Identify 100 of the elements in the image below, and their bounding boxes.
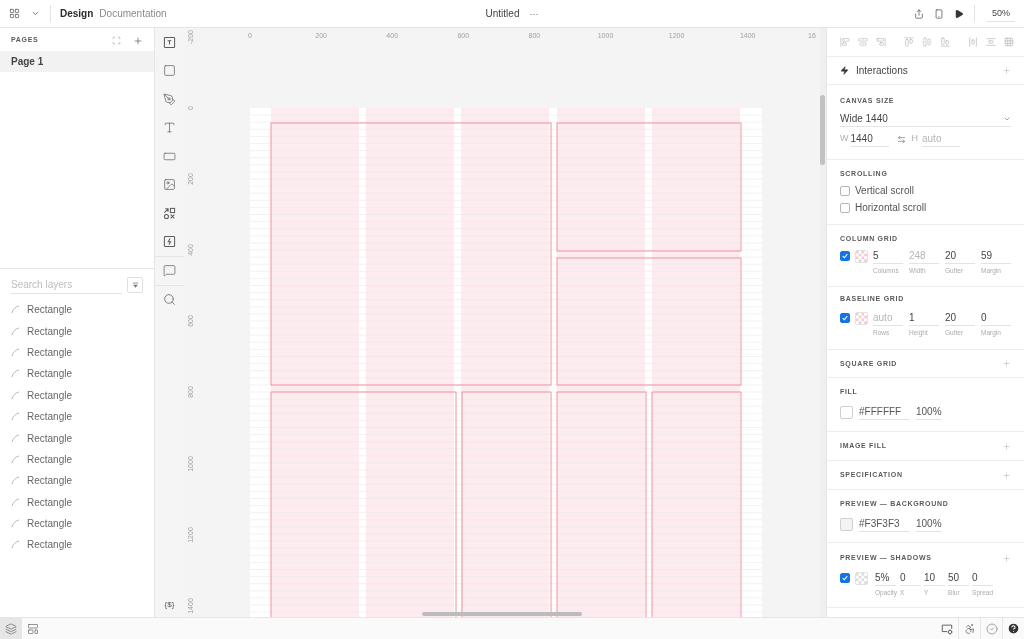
template-icon [27, 622, 39, 635]
curve-icon [11, 390, 20, 400]
checkbox[interactable] [840, 573, 850, 583]
width-field[interactable]: 1440 [850, 131, 889, 147]
number-field[interactable]: 20 [945, 310, 975, 326]
number-field[interactable]: 10 [924, 570, 946, 586]
layer-item[interactable]: Rectangle [0, 405, 154, 428]
add-icon[interactable] [133, 35, 143, 46]
number-field[interactable]: 5 [873, 248, 903, 264]
field-prefix: H [911, 132, 918, 146]
caret-icon[interactable] [31, 9, 40, 18]
number-field[interactable]: 248 [909, 248, 939, 264]
preset-dropdown[interactable]: Wide 1440 [840, 111, 1011, 127]
hex-field[interactable]: #F3F3F3 [859, 516, 910, 532]
rectangle-tool-icon[interactable] [163, 64, 176, 78]
curve-icon [11, 519, 20, 529]
rectangle-shape[interactable] [556, 122, 742, 252]
distribute-horizontal-icon[interactable] [968, 37, 978, 47]
number-field[interactable]: 0 [981, 310, 1011, 326]
checkbox[interactable] [840, 313, 850, 323]
rectangle-shape[interactable] [270, 122, 552, 386]
page-item[interactable]: Page 1 [0, 51, 154, 72]
layer-item[interactable]: Rectangle [0, 320, 154, 342]
scrollbar-thumb[interactable] [422, 612, 582, 616]
swatch-icon[interactable] [855, 571, 868, 585]
layer-item[interactable]: Rectangle [0, 470, 154, 492]
shapes-tool-icon[interactable] [163, 206, 176, 220]
help-icon[interactable] [1007, 622, 1020, 635]
add-icon[interactable] [1002, 66, 1011, 75]
variables-button[interactable]: {$} [164, 600, 175, 610]
scrollbar-thumb[interactable] [820, 95, 825, 165]
number-field[interactable]: 0 [900, 570, 922, 586]
add-icon[interactable] [1002, 441, 1011, 451]
comment-tool-icon[interactable] [163, 264, 176, 278]
opacity-field[interactable]: 100% [916, 516, 942, 532]
mode-tab[interactable]: Documentation [99, 7, 167, 20]
corner-brackets-icon[interactable] [112, 36, 121, 45]
search-field[interactable]: Search layers [11, 276, 122, 294]
swatch-icon[interactable] [855, 249, 868, 263]
layer-item[interactable]: Rectangle [0, 448, 154, 471]
monitor-gear-icon[interactable] [941, 622, 953, 635]
add-icon[interactable] [1002, 359, 1011, 368]
align-right-icon[interactable] [876, 37, 886, 47]
align-top-icon[interactable] [904, 37, 914, 47]
layer-item[interactable]: Rectangle [0, 341, 154, 364]
rectangle-shape[interactable] [556, 257, 742, 386]
height-field[interactable]: auto [922, 131, 960, 147]
add-icon[interactable] [1002, 470, 1011, 480]
number-field[interactable]: 20 [945, 248, 975, 264]
check-circle-icon[interactable] [985, 622, 998, 635]
checkbox[interactable] [840, 185, 850, 196]
lightning-tool-icon[interactable] [163, 235, 176, 249]
layer-item[interactable]: Rectangle [0, 491, 154, 513]
opacity-field[interactable]: 100% [916, 404, 942, 420]
number-field[interactable]: 0 [972, 570, 994, 586]
checkbox[interactable] [840, 251, 850, 261]
checkbox[interactable] [840, 202, 850, 213]
add-icon[interactable] [1002, 553, 1011, 563]
view-tab[interactable] [0, 617, 22, 639]
number-field[interactable]: 5% [875, 570, 896, 586]
interactions-label[interactable]: Interactions [856, 63, 908, 78]
curve-icon [11, 540, 20, 550]
search-icon[interactable] [163, 292, 176, 306]
swap-icon[interactable] [896, 134, 906, 144]
curve-icon [11, 497, 20, 507]
align-bottom-icon[interactable] [940, 37, 950, 47]
curve-icon [11, 326, 20, 336]
phone-icon[interactable] [934, 8, 944, 19]
swatch-icon[interactable] [855, 311, 868, 325]
play-icon[interactable] [954, 8, 964, 19]
swatch-icon[interactable] [840, 405, 853, 419]
lightning-icon [840, 66, 849, 75]
layer-item[interactable]: Rectangle [0, 427, 154, 449]
pen-tool-icon[interactable] [163, 92, 176, 106]
accessibility-icon[interactable] [963, 622, 976, 635]
align-left-icon[interactable] [840, 37, 850, 47]
mode-tab[interactable]: Design [60, 7, 94, 20]
zoom-field[interactable]: 50% [987, 5, 1015, 22]
layer-item[interactable]: Rectangle [0, 534, 154, 556]
image-tool-icon[interactable] [163, 178, 176, 192]
number-field[interactable]: 59 [981, 248, 1011, 264]
distribute-vertical-icon[interactable] [986, 37, 996, 47]
grid-icon[interactable] [9, 8, 20, 19]
number-field[interactable]: 1 [909, 310, 939, 326]
align-middle-icon[interactable] [922, 37, 932, 47]
more-button[interactable]: ··· [529, 7, 539, 20]
number-field[interactable]: auto [873, 310, 903, 326]
filter-button[interactable] [127, 277, 143, 293]
layer-item[interactable]: Rectangle [0, 363, 154, 385]
layer-item[interactable]: Rectangle [0, 299, 154, 321]
layer-item[interactable]: Rectangle [0, 512, 154, 535]
hex-field[interactable]: #FFFFFF [859, 404, 910, 420]
layer-item[interactable]: Rectangle [0, 384, 154, 406]
artboard-tool-icon[interactable] [163, 35, 176, 49]
share-icon[interactable] [914, 8, 924, 19]
text-tool-icon[interactable] [163, 121, 176, 135]
filter-icon [131, 281, 139, 289]
swatch-icon[interactable] [840, 517, 853, 531]
number-field[interactable]: 50 [948, 570, 970, 586]
align-center-icon[interactable] [858, 37, 868, 47]
